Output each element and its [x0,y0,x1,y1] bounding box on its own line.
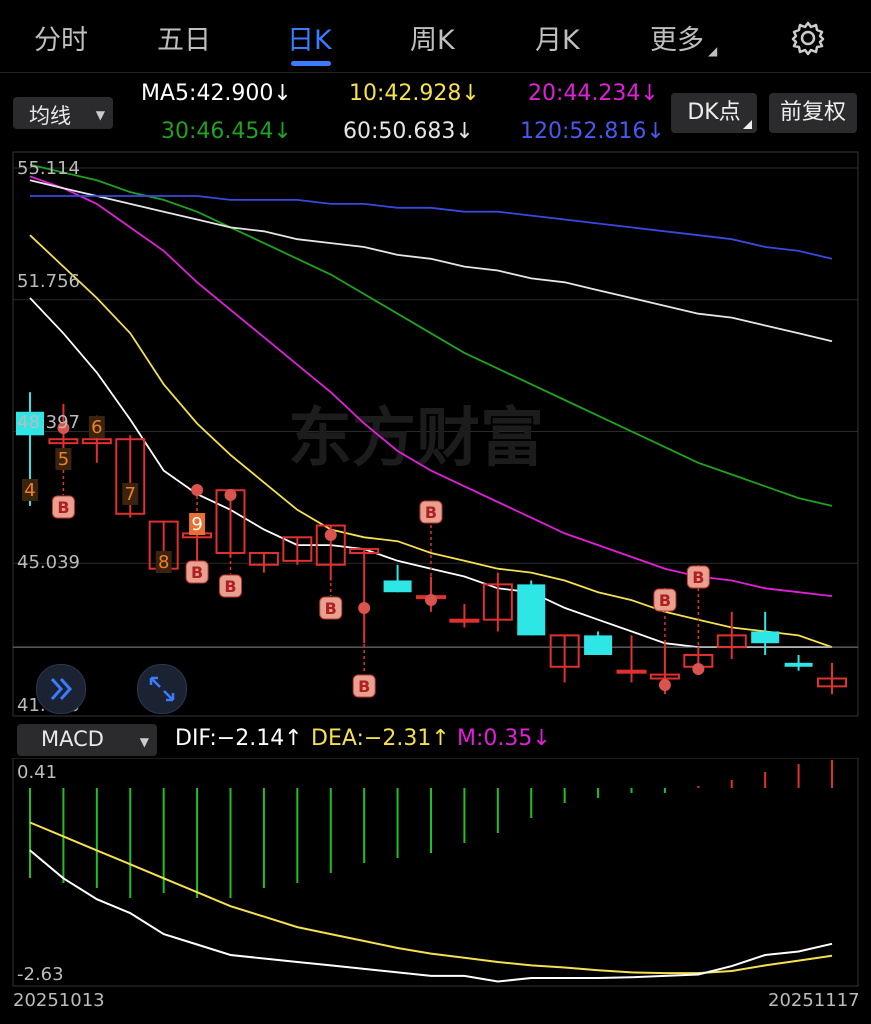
buy-badge-label: B [692,568,704,587]
macd-axis-label: -2.63 [17,964,64,985]
signal-dot [324,529,337,541]
ma120-value: 120:52.816↓ [520,119,665,144]
ma60-text: 60:50.683 [343,119,456,144]
up-arrow-icon: ↑ [431,726,450,751]
ma10-value: 10:42.928↓ [349,81,480,106]
tab-more[interactable]: 更多 ◢ [650,18,717,58]
buy-badge-label: B [224,577,236,596]
price-label: 45.039 [17,552,80,573]
macd-histogram [29,760,833,898]
price-label: 48.397 [17,412,80,433]
ma20-text: 20:44.234 [528,81,641,106]
tab-monthly-k[interactable]: 月K [535,18,580,57]
candle-body-down [751,631,780,644]
buy-badge-label: B [57,498,69,517]
ma120-text: 120:52.816 [520,119,647,144]
forward-adjust-button[interactable]: 前复权 [769,93,857,133]
macd-chart[interactable]: 0.41 -2.63 [0,758,871,988]
ma5-text: MA5:42.900 [141,81,274,106]
fullscreen-button[interactable] [137,664,187,714]
corner-triangle-icon [743,120,752,129]
ma5-value: MA5:42.900↓ [141,81,292,106]
down-arrow-icon: ↓ [455,119,474,144]
down-arrow-icon: ↓ [646,119,665,144]
sequence-number: 8 [158,552,169,573]
macd-axis-label: 0.41 [17,762,57,783]
indicator-selector[interactable]: MACD ▼ [17,724,157,756]
tab-more-label: 更多 [650,25,704,56]
down-arrow-icon: ↓ [273,81,292,106]
down-arrow-icon: ↓ [532,726,551,751]
signal-dot [358,602,371,614]
sequence-number: 9 [191,514,202,535]
signal-dot [658,679,671,691]
buy-badge-label: B [191,563,203,582]
dif-text: DIF:−2.14 [175,726,285,751]
tab-weekly-k[interactable]: 周K [410,18,455,57]
dea-value: DEA:−2.31↑ [311,726,450,751]
candle-body-up [616,669,647,674]
tab-intraday[interactable]: 分时 [34,18,88,57]
candle-body-down [584,635,613,655]
dif-line [29,849,833,983]
m-value: M:0.35↓ [457,726,551,751]
active-tab-indicator [291,61,331,66]
signal-dot [425,594,437,606]
dk-point-button[interactable]: DK点 [671,93,757,133]
dif-value: DIF:−2.14↑ [175,726,303,751]
ma60-value: 60:50.683↓ [343,119,474,144]
down-arrow-icon: ↓ [461,81,480,106]
ma30-value: 30:46.454↓ [161,119,292,144]
gear-icon[interactable] [788,18,828,58]
candle-body-down [383,580,412,593]
caret-down-icon: ▼ [139,735,149,749]
start-date: 20251013 [13,990,105,1011]
candle-body-down [784,662,813,667]
signal-dot [224,489,237,501]
ma10-text: 10:42.928 [349,81,462,106]
ma-selector[interactable]: 均线 ▼ [13,97,113,129]
down-arrow-icon: ↓ [273,119,292,144]
kline-chart[interactable]: 东方财富 B B B B B B B B 4 5 6 7 8 9 55.114 51.756 48.397… [0,150,871,720]
ma-selector-label: 均线 [29,104,71,128]
sequence-number: 6 [91,417,102,438]
tab-five-day[interactable]: 五日 [157,18,211,57]
indicator-selector-label: MACD [41,727,104,751]
down-arrow-icon: ↓ [640,81,659,106]
end-date: 20251117 [768,990,860,1011]
ma20-value: 20:44.234↓ [528,81,659,106]
candle-body-up [449,618,480,623]
buy-badge-label: B [358,677,370,696]
buy-badge-label: B [659,591,671,610]
fullscreen-icon [149,676,175,702]
expand-left-button[interactable] [36,664,86,714]
price-axis: 55.114 51.756 48.397 45.039 41.680 [17,158,80,716]
caret-down-icon: ◢ [708,44,718,58]
price-label: 55.114 [17,158,80,179]
sequence-number: 4 [24,480,35,501]
tab-daily-k[interactable]: 日K [287,18,332,57]
dk-point-label: DK点 [687,100,741,125]
ma60-line [29,179,833,343]
m-text: M:0.35 [457,726,533,751]
caret-down-icon: ▼ [95,108,105,122]
sequence-number: 5 [58,449,69,470]
macd-frame [12,758,859,987]
price-label: 51.756 [17,271,80,292]
ma120-line [30,195,833,260]
ma30-text: 30:46.454 [161,119,274,144]
signal-dot [692,663,705,675]
double-chevron-icon [50,677,73,701]
watermark: 东方财富 [288,402,544,476]
sequence-number: 7 [125,484,136,505]
buy-badge-label: B [325,599,337,618]
dea-text: DEA:−2.31 [311,726,432,751]
up-arrow-icon: ↑ [284,726,303,751]
period-tab-bar: 分时 五日 日K 周K 月K 更多 ◢ [0,0,871,73]
buy-badge-label: B [425,503,437,522]
signal-dot [191,484,204,496]
candle-body-down [517,584,546,636]
